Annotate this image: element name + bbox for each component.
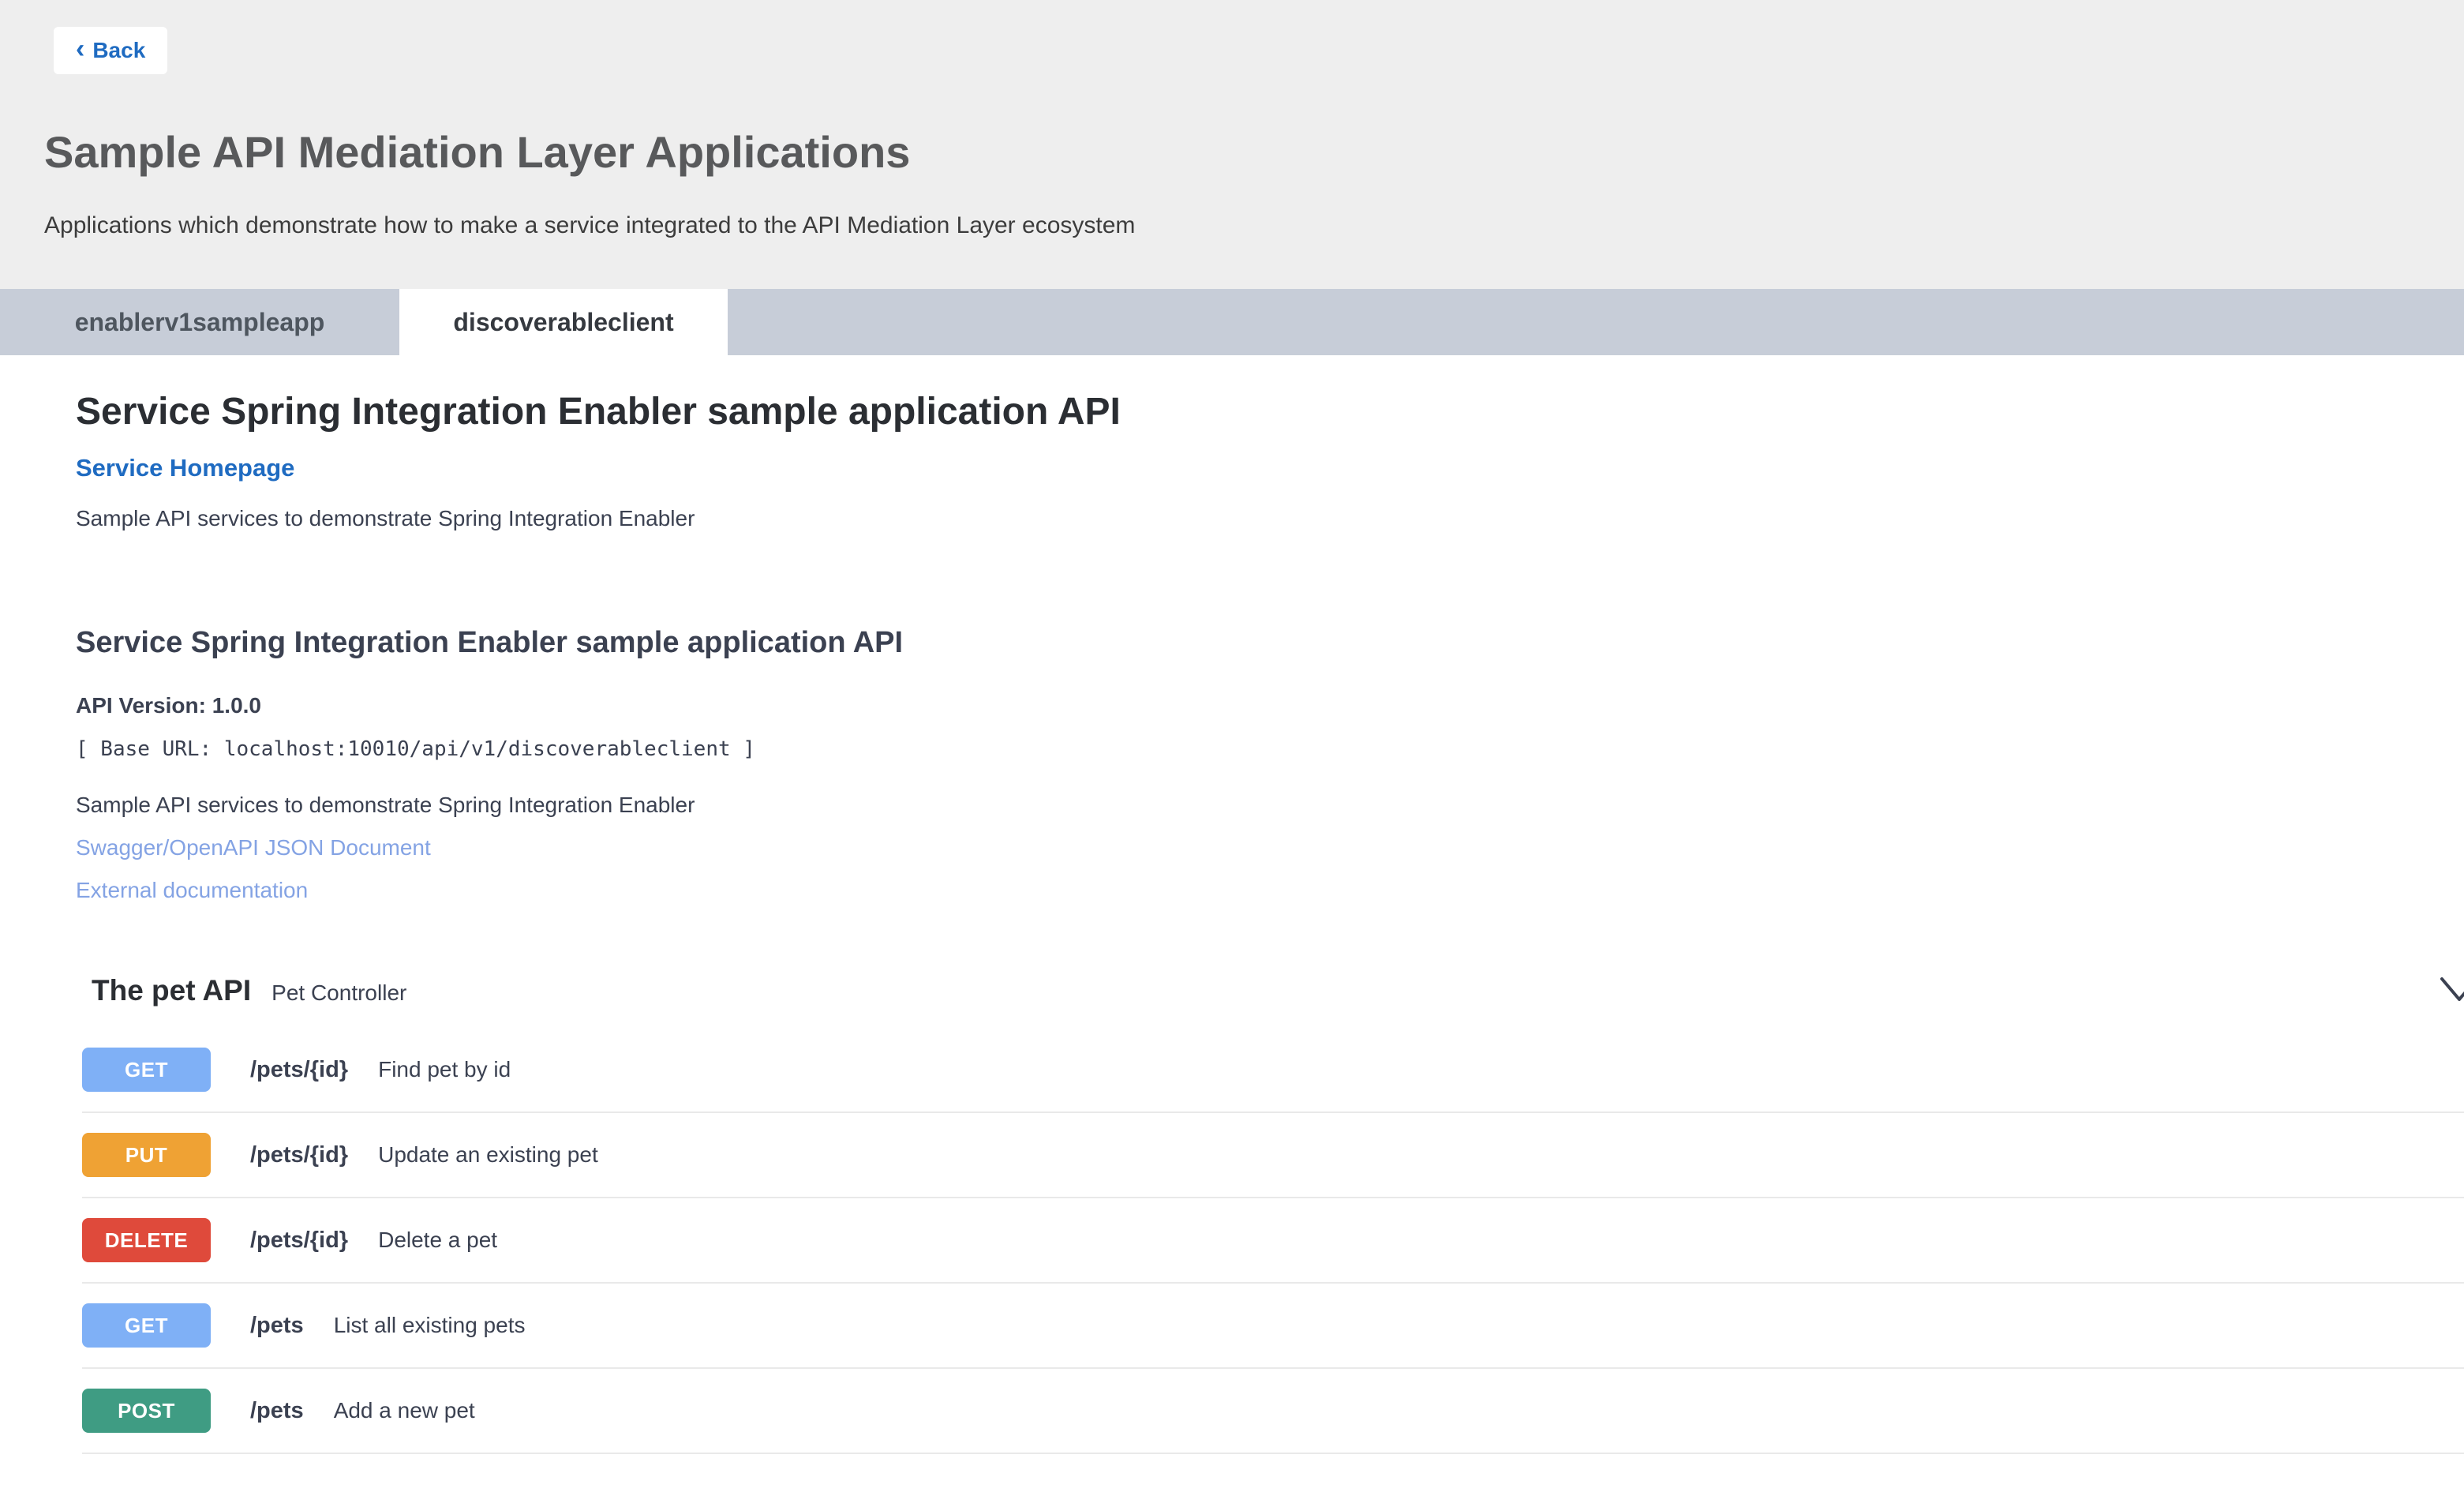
operation-row[interactable]: PUT /pets/{id} Update an existing pet xyxy=(82,1113,2464,1198)
api-doc-title: Service Spring Integration Enabler sampl… xyxy=(76,626,2464,660)
operation-summary: List all existing pets xyxy=(334,1313,526,1338)
operation-path: /pets xyxy=(250,1313,304,1339)
page-subtitle: Applications which demonstrate how to ma… xyxy=(44,212,2464,239)
service-homepage-link[interactable]: Service Homepage xyxy=(76,454,294,482)
back-button[interactable]: ‹ Back xyxy=(54,27,167,74)
operation-summary: Update an existing pet xyxy=(378,1142,598,1168)
external-doc-link[interactable]: External documentation xyxy=(76,878,308,903)
operation-path: /pets/{id} xyxy=(250,1228,348,1254)
pet-api-subtitle: Pet Controller xyxy=(271,980,406,1006)
tab-enablerv1sampleapp[interactable]: enablerv1sampleapp xyxy=(0,289,399,355)
back-label: Back xyxy=(92,38,145,63)
api-description: Sample API services to demonstrate Sprin… xyxy=(76,793,2464,818)
operation-path: /pets/{id} xyxy=(250,1142,348,1168)
swagger-json-link[interactable]: Swagger/OpenAPI JSON Document xyxy=(76,835,431,860)
chevron-down-icon[interactable] xyxy=(2434,963,2464,1014)
api-version: API Version: 1.0.0 xyxy=(76,693,2464,718)
method-badge: GET xyxy=(82,1303,211,1348)
operation-summary: Add a new pet xyxy=(334,1398,475,1423)
page: ‹ Back Sample API Mediation Layer Applic… xyxy=(0,0,2464,1492)
operation-row[interactable]: GET /pets List all existing pets xyxy=(82,1284,2464,1369)
operation-summary: Delete a pet xyxy=(378,1228,497,1253)
api-base-url: [ Base URL: localhost:10010/api/v1/disco… xyxy=(76,737,2464,761)
operation-row[interactable]: DELETE /pets/{id} Delete a pet xyxy=(82,1198,2464,1284)
service-tabbar: enablerv1sampleapp discoverableclient xyxy=(0,289,2464,355)
method-badge: DELETE xyxy=(82,1218,211,1262)
operation-row[interactable]: GET /pets/{id} Find pet by id xyxy=(82,1028,2464,1113)
operation-row[interactable]: POST /pets Add a new pet xyxy=(82,1369,2464,1454)
back-chevron-icon: ‹ xyxy=(76,36,84,62)
operation-summary: Find pet by id xyxy=(378,1057,511,1082)
method-badge: PUT xyxy=(82,1133,211,1177)
service-detail-content: Service Spring Integration Enabler sampl… xyxy=(0,390,2464,1454)
method-badge: GET xyxy=(82,1048,211,1092)
page-title: Sample API Mediation Layer Applications xyxy=(44,126,2464,178)
method-badge: POST xyxy=(82,1389,211,1433)
service-title: Service Spring Integration Enabler sampl… xyxy=(76,390,2464,433)
operation-path: /pets/{id} xyxy=(250,1057,348,1083)
tab-discoverableclient[interactable]: discoverableclient xyxy=(399,289,728,355)
operation-path: /pets xyxy=(250,1398,304,1424)
pet-api-title: The pet API xyxy=(92,974,251,1007)
service-description: Sample API services to demonstrate Sprin… xyxy=(76,506,2464,531)
hero-header: ‹ Back Sample API Mediation Layer Applic… xyxy=(0,0,2464,289)
pet-api-section-header[interactable]: The pet API Pet Controller xyxy=(92,974,2464,1007)
operations-list: GET /pets/{id} Find pet by id PUT /pets/… xyxy=(82,1028,2464,1454)
